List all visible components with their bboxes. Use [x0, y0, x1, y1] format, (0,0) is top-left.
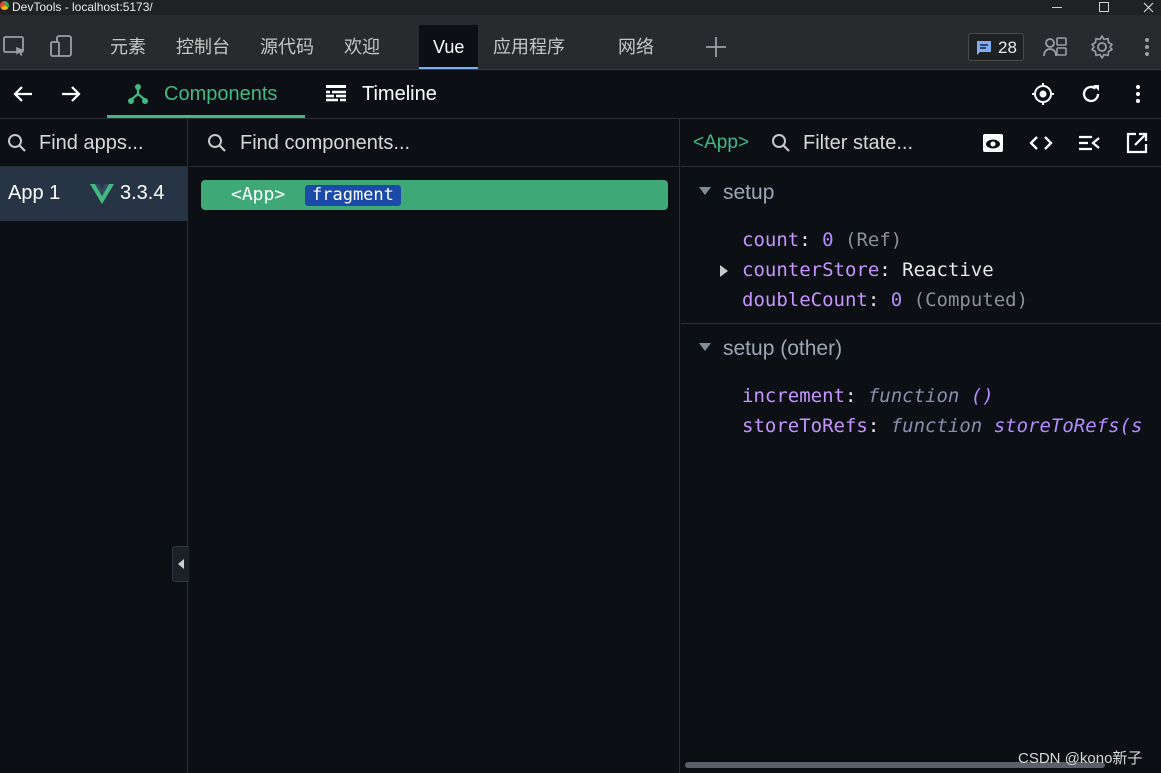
tab-console[interactable]: 控制台 — [176, 25, 230, 69]
collapse-pane-button[interactable] — [172, 546, 189, 582]
collapse-caret-icon — [699, 187, 711, 196]
prop-meta: (Ref) — [845, 229, 903, 251]
app-list-item[interactable]: App 1 3.3.4 — [0, 167, 188, 221]
remote-devices-icon[interactable] — [1042, 34, 1068, 60]
search-icon — [772, 134, 790, 152]
prop-key: count — [742, 229, 800, 251]
forward-arrow-icon[interactable] — [59, 82, 83, 106]
section-title: setup (other) — [723, 337, 843, 360]
prop-key: increment — [742, 385, 845, 407]
search-icon — [208, 134, 226, 152]
more-menu-icon[interactable] — [1126, 82, 1150, 106]
section-divider — [681, 323, 1161, 324]
expand-arrow-icon[interactable] — [720, 265, 728, 277]
tab-components[interactable]: Components — [107, 70, 305, 118]
vue-version: 3.3.4 — [120, 182, 165, 204]
tab-network[interactable]: 网络 — [618, 25, 654, 69]
state-section-setup-other[interactable]: setup (other) — [699, 337, 842, 361]
state-prop-row[interactable]: counterStore: Reactive — [720, 259, 994, 281]
refresh-icon[interactable] — [1079, 82, 1103, 106]
message-icon — [977, 41, 991, 55]
state-prop-row[interactable]: storeToRefs: function storeToRefs(s — [742, 415, 1142, 437]
state-prop-row[interactable]: count: 0 (Ref) — [742, 229, 902, 251]
find-components-input[interactable] — [240, 129, 640, 157]
prop-value: 0 — [822, 229, 834, 251]
prop-function-keyword: function — [867, 385, 960, 407]
vue-logo-icon — [90, 184, 114, 204]
component-tree-node-app[interactable]: <App> fragment — [201, 180, 668, 210]
minimize-button[interactable] — [1034, 0, 1080, 15]
tab-components-label: Components — [164, 83, 278, 105]
apps-pane: App 1 3.3.4 — [0, 119, 189, 773]
select-component-target-icon[interactable] — [1031, 82, 1055, 106]
devtools-tab-bar: 元素 控制台 源代码 欢迎 Vue 应用程序 网络 28 — [0, 15, 1161, 70]
watermark: CSDN @kono新子 — [1018, 750, 1143, 767]
collapse-caret-icon — [699, 343, 711, 352]
tab-sources[interactable]: 源代码 — [260, 25, 314, 69]
find-components-bar — [189, 119, 679, 167]
more-options-icon[interactable] — [1134, 34, 1160, 60]
component-tag: <App> — [231, 184, 286, 205]
prop-function-signature: () — [970, 385, 994, 407]
search-icon — [8, 134, 26, 152]
issues-badge[interactable]: 28 — [968, 33, 1024, 61]
prop-key: storeToRefs — [742, 415, 868, 437]
prop-value: Reactive — [902, 259, 994, 281]
vue-devtools-header: Components Timeline — [0, 70, 1161, 119]
back-arrow-icon[interactable] — [11, 82, 35, 106]
close-icon — [1143, 2, 1154, 13]
inspect-element-icon[interactable] — [2, 34, 28, 60]
component-state-pane: <App> setup count: 0 (Ref) counterStore — [681, 119, 1161, 773]
open-in-editor-icon[interactable] — [1125, 131, 1149, 155]
section-title: setup — [723, 181, 775, 204]
inspect-dom-eye-icon[interactable] — [981, 131, 1005, 155]
component-tree-pane: <App> fragment — [189, 119, 680, 773]
prop-key: counterStore — [742, 259, 880, 281]
issues-count: 28 — [998, 38, 1017, 57]
tab-timeline-label: Timeline — [362, 83, 437, 105]
tab-elements[interactable]: 元素 — [110, 25, 146, 69]
tab-vue[interactable]: Vue — [419, 25, 479, 69]
find-apps-input[interactable] — [39, 129, 179, 157]
prop-meta: (Computed) — [913, 289, 1029, 311]
add-tab-icon[interactable] — [704, 35, 728, 59]
tab-application[interactable]: 应用程序 — [493, 25, 565, 69]
app-name: App 1 — [8, 182, 61, 204]
state-prop-row[interactable]: increment: function () — [742, 385, 994, 407]
filter-state-input[interactable] — [803, 129, 963, 157]
find-apps-bar — [0, 119, 187, 167]
maximize-button[interactable] — [1080, 0, 1126, 15]
device-toolbar-icon[interactable] — [49, 34, 75, 60]
settings-gear-icon[interactable] — [1089, 34, 1115, 60]
state-prop-row[interactable]: doubleCount: 0 (Computed) — [742, 289, 1028, 311]
state-header: <App> — [681, 119, 1161, 167]
state-section-setup[interactable]: setup — [699, 181, 774, 205]
prop-value: 0 — [890, 289, 903, 311]
chrome-logo-icon — [0, 1, 9, 10]
code-brackets-icon[interactable] — [1029, 131, 1053, 155]
tab-welcome[interactable]: 欢迎 — [344, 25, 380, 69]
components-tree-icon — [128, 84, 148, 104]
fragment-badge: fragment — [305, 185, 401, 206]
close-window-button[interactable] — [1126, 0, 1161, 15]
window-title-bar: DevTools - localhost:5173/ — [0, 0, 1161, 15]
selected-component-name: <App> — [693, 132, 749, 153]
prop-function-signature: storeToRefs(s — [993, 415, 1143, 437]
prop-function-keyword: function — [890, 415, 983, 437]
window-title: DevTools - localhost:5173/ — [12, 0, 153, 14]
timeline-icon — [326, 85, 346, 102]
prop-key: doubleCount — [742, 289, 868, 311]
scroll-to-component-icon[interactable] — [1077, 131, 1101, 155]
